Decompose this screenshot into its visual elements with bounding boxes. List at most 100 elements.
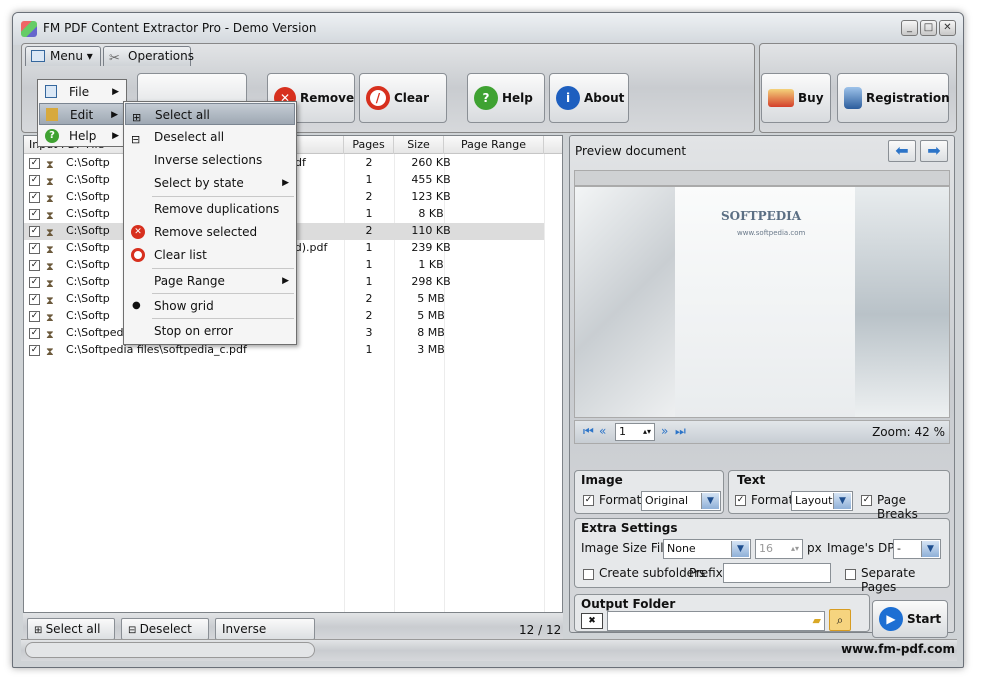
header-page-range[interactable]: Page Range — [444, 136, 544, 154]
prefix-input[interactable] — [723, 563, 831, 583]
image-format-checkbox[interactable]: ✓ — [583, 495, 594, 506]
dpi-value: - — [897, 542, 901, 555]
spin-icon[interactable]: ▴▾ — [791, 540, 799, 558]
preview-left-graphic — [575, 187, 675, 417]
menu-show-grid[interactable]: ● Show grid — [125, 295, 295, 317]
row-checkbox[interactable]: ✓ — [29, 277, 40, 288]
previous-document-button[interactable]: ⬅ — [888, 140, 916, 162]
last-page-icon[interactable]: ⏭ — [675, 424, 686, 439]
next-document-button[interactable]: ➡ — [920, 140, 948, 162]
about-button[interactable]: i About — [549, 73, 629, 123]
header-pages[interactable]: Pages — [344, 136, 394, 154]
website-link[interactable]: www.fm-pdf.com — [841, 642, 955, 656]
column-divider — [544, 154, 545, 612]
hourglass-icon: ⧗ — [46, 175, 54, 188]
menu-item-edit[interactable]: Edit ▶ — [39, 103, 125, 125]
menu-item-file[interactable]: File ▶ — [39, 81, 125, 103]
row-checkbox[interactable]: ✓ — [29, 345, 40, 356]
menu-select-by-state[interactable]: Select by state ▶ — [125, 172, 295, 194]
arrow-right-icon: ➡ — [927, 141, 941, 160]
file-size: 110 KB — [411, 224, 451, 237]
file-size: 5 MB — [417, 309, 445, 322]
inverse-selections-button[interactable]: Inverse selections — [215, 618, 315, 656]
menu-stop-on-error[interactable]: Stop on error — [125, 320, 295, 342]
tab-operations-label: Operations — [128, 49, 194, 63]
menu-deselect-all[interactable]: ⊟ Deselect all — [125, 126, 295, 148]
row-checkbox[interactable]: ✓ — [29, 226, 40, 237]
dpi-select[interactable]: - ▼ — [893, 539, 941, 559]
registration-button[interactable]: Registration — [837, 73, 950, 123]
next-page-icon[interactable]: » — [661, 424, 668, 438]
right-panel: Preview document ⬅ ➡ SOFTPEDIA www.softp… — [569, 135, 955, 638]
image-size-input[interactable]: 16 ▴▾ — [755, 539, 803, 559]
clear-button[interactable]: / Clear — [359, 73, 447, 123]
menu-inverse-selections[interactable]: Inverse selections — [125, 149, 295, 171]
search-icon[interactable]: ⌕ — [829, 609, 851, 631]
maximize-button[interactable]: □ — [920, 20, 937, 36]
file-size: 8 MB — [417, 326, 445, 339]
spin-icon[interactable]: ▴▾ — [643, 424, 651, 440]
hourglass-icon: ⧗ — [46, 277, 54, 290]
menu-remove-selected[interactable]: ✕ Remove selected — [125, 221, 295, 243]
edit-icon — [46, 108, 58, 121]
previous-page-icon[interactable]: « — [599, 424, 606, 438]
clear-output-icon[interactable]: ✖ — [581, 613, 603, 629]
menu-remove-duplications-label: Remove duplications — [154, 202, 280, 216]
menu-page-range-label: Page Range — [154, 274, 225, 288]
image-size-filter-select[interactable]: None ▼ — [663, 539, 751, 559]
output-folder-input[interactable]: ▰ — [607, 611, 825, 631]
registration-label: Registration — [866, 91, 950, 105]
menu-stop-on-error-label: Stop on error — [154, 324, 233, 338]
hourglass-icon: ⧗ — [46, 192, 54, 205]
help-icon: ? — [474, 86, 498, 110]
header-size[interactable]: Size — [394, 136, 444, 154]
row-checkbox[interactable]: ✓ — [29, 260, 40, 271]
page-count: 2 — [365, 292, 373, 305]
close-button[interactable]: ✕ — [939, 20, 956, 36]
menu-select-by-state-label: Select by state — [154, 176, 244, 190]
menu-clear-list[interactable]: Clear list — [125, 244, 295, 266]
page-count: 1 — [365, 207, 373, 220]
image-format-select[interactable]: Original ▼ — [641, 491, 721, 511]
create-subfolders-checkbox[interactable] — [583, 569, 594, 580]
text-format-checkbox[interactable]: ✓ — [735, 495, 746, 506]
row-checkbox[interactable]: ✓ — [29, 328, 40, 339]
select-all-button[interactable]: ⊞ Select all — [27, 618, 115, 640]
file-path: C:\Softp — [66, 292, 110, 305]
text-format-select[interactable]: Layout ▼ — [791, 491, 853, 511]
page-number-input[interactable]: 1 ▴▾ — [615, 423, 655, 441]
row-checkbox[interactable]: ✓ — [29, 175, 40, 186]
start-button[interactable]: ▶ Start — [872, 600, 948, 638]
help-button[interactable]: ? Help — [467, 73, 545, 123]
credit-card-icon — [768, 89, 794, 107]
page-breaks-checkbox[interactable]: ✓ — [861, 495, 872, 506]
file-path: C:\Softp — [66, 224, 110, 237]
px-label: px — [807, 541, 822, 555]
separate-pages-checkbox[interactable] — [845, 569, 856, 580]
row-checkbox[interactable]: ✓ — [29, 294, 40, 305]
folder-icon[interactable]: ▰ — [813, 612, 821, 630]
file-count: 12 / 12 — [519, 623, 562, 637]
tab-operations[interactable]: ✂ Operations — [103, 46, 194, 66]
page-count: 2 — [365, 309, 373, 322]
deselect-all-button[interactable]: ⊟ Deselect all — [121, 618, 209, 658]
image-format-label: Format: — [599, 493, 646, 507]
row-checkbox[interactable]: ✓ — [29, 158, 40, 169]
menu-select-all[interactable]: ⊞ Select all — [125, 103, 295, 125]
row-checkbox[interactable]: ✓ — [29, 311, 40, 322]
title-bar: FM PDF Content Extractor Pro - Demo Vers… — [13, 13, 963, 45]
menu-page-range[interactable]: Page Range ▶ — [125, 270, 295, 292]
buy-button[interactable]: Buy — [761, 73, 831, 123]
row-checkbox[interactable]: ✓ — [29, 192, 40, 203]
row-checkbox[interactable]: ✓ — [29, 209, 40, 220]
first-page-icon[interactable]: ⏮ — [583, 424, 594, 439]
minimize-button[interactable]: _ — [901, 20, 918, 36]
file-path: C:\Softp — [66, 190, 110, 203]
extra-settings-group: Extra Settings Image Size Filter: None ▼ … — [574, 518, 950, 594]
menu-item-help[interactable]: ? Help ▶ — [39, 125, 125, 147]
tab-menu[interactable]: Menu ▾ — [25, 46, 101, 66]
menu-remove-duplications[interactable]: Remove duplications — [125, 198, 295, 220]
page-number-value: 1 — [619, 425, 626, 438]
page-count: 1 — [365, 241, 373, 254]
row-checkbox[interactable]: ✓ — [29, 243, 40, 254]
